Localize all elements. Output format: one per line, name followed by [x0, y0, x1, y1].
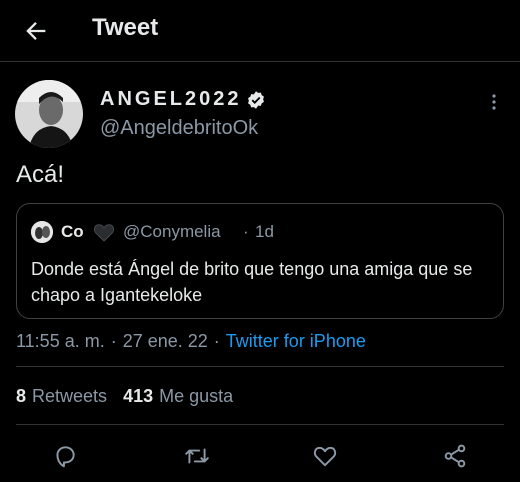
quote-time: 1d: [255, 222, 274, 241]
avatar-photo: [15, 80, 83, 148]
divider: [16, 424, 504, 425]
quote-separator: ·: [243, 222, 249, 241]
quote-handle: @Conymelia: [123, 222, 221, 241]
reply-icon[interactable]: [52, 443, 78, 469]
meta-separator: ·: [110, 331, 117, 351]
author-name-row: ANGEL2022: [100, 88, 266, 111]
black-heart-icon: [93, 224, 115, 242]
quote-text: Donde está Ángel de brito que tengo una …: [31, 259, 473, 305]
share-icon[interactable]: [442, 443, 468, 469]
meta-separator: ·: [213, 331, 220, 351]
tweet-stats: 8 Retweets 413 Me gusta: [16, 386, 233, 407]
divider: [16, 366, 504, 367]
quote-avatar: [31, 221, 53, 243]
top-bar: Tweet: [0, 0, 520, 62]
author-name[interactable]: ANGEL2022: [100, 88, 242, 111]
quoted-tweet[interactable]: Co @Conymelia · 1d Donde está Ángel de b…: [16, 203, 504, 319]
author-handle[interactable]: @AngeldebritoOk: [100, 117, 258, 140]
tweet-meta: 11:55 a. m. · 27 ene. 22 · Twitter for i…: [16, 331, 366, 352]
retweets-count: 8: [16, 386, 27, 406]
page-title: Tweet: [92, 14, 159, 41]
tweet-text: Acá!: [16, 161, 65, 188]
retweet-icon[interactable]: [184, 443, 210, 469]
arrow-left-icon[interactable]: [22, 17, 50, 45]
more-options-icon[interactable]: [486, 92, 502, 112]
likes-stat[interactable]: 413 Me gusta: [123, 386, 233, 407]
avatar[interactable]: [15, 80, 83, 148]
verified-badge-icon: [247, 90, 264, 109]
tweet-date[interactable]: 27 ene. 22: [123, 331, 208, 352]
tweet-time[interactable]: 11:55 a. m.: [16, 331, 105, 352]
like-icon[interactable]: [312, 443, 338, 469]
retweets-label: Retweets: [32, 386, 108, 406]
quote-author-name: Co: [61, 222, 84, 241]
retweets-stat[interactable]: 8 Retweets: [16, 386, 107, 407]
tweet-source-link[interactable]: Twitter for iPhone: [226, 331, 366, 352]
likes-count: 413: [123, 386, 154, 406]
likes-label: Me gusta: [159, 386, 234, 406]
